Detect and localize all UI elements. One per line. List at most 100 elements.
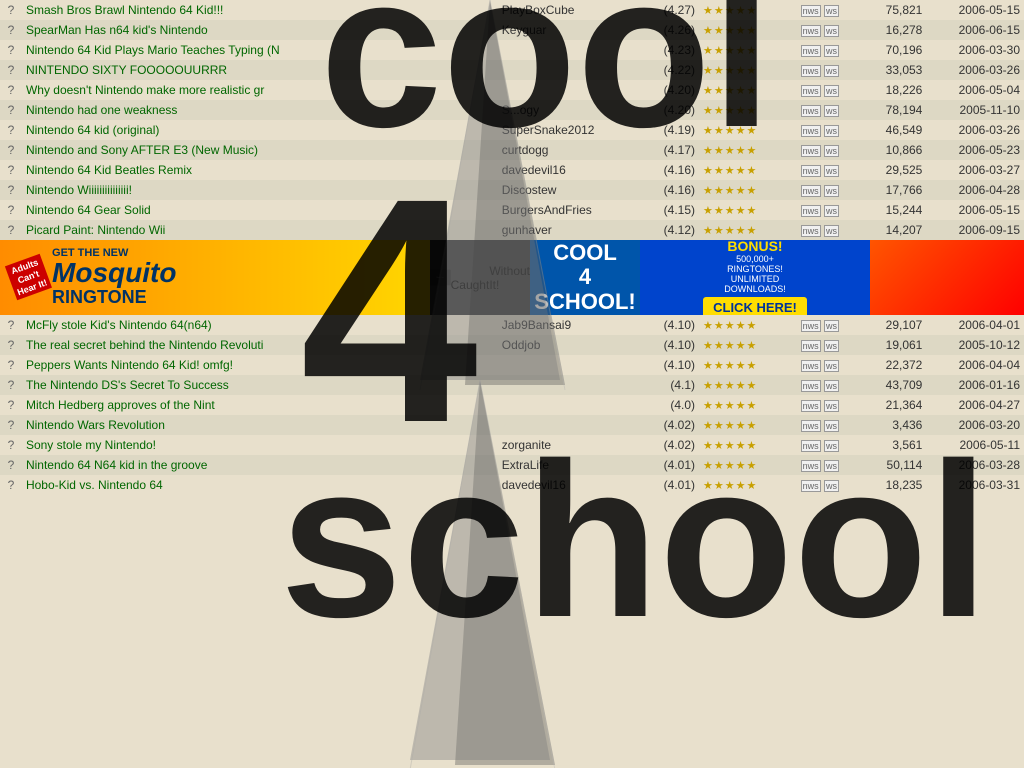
- row-user: zorganite: [498, 435, 632, 455]
- row-question-mark[interactable]: ?: [0, 475, 22, 495]
- row-question-mark[interactable]: ?: [0, 415, 22, 435]
- row-title[interactable]: Why doesn't Nintendo make more realistic…: [22, 80, 498, 100]
- row-stars: ★★★★★: [699, 355, 797, 375]
- row-user: BurgersAndFries: [498, 200, 632, 220]
- row-question-mark[interactable]: ?: [0, 355, 22, 375]
- row-tags: nws ws: [797, 140, 854, 160]
- row-stars: ★★★★★: [699, 180, 797, 200]
- row-question-mark[interactable]: ?: [0, 180, 22, 200]
- row-date: 2006-03-28: [926, 455, 1024, 475]
- table-row: ?Hobo-Kid vs. Nintendo 64davedevil16(4.0…: [0, 475, 1024, 495]
- row-tags: nws ws: [797, 475, 854, 495]
- row-date: 2006-01-16: [926, 375, 1024, 395]
- row-title[interactable]: Peppers Wants Nintendo 64 Kid! omfg!: [22, 355, 498, 375]
- row-user: Discostew: [498, 180, 632, 200]
- row-user: curtdogg: [498, 140, 632, 160]
- row-question-mark[interactable]: ?: [0, 100, 22, 120]
- row-date: 2006-03-27: [926, 160, 1024, 180]
- row-title[interactable]: NINTENDO SIXTY FOOOOOUURRR: [22, 60, 498, 80]
- row-stars: ★★★★★: [699, 335, 797, 355]
- row-rating: (4.26): [632, 20, 699, 40]
- ad-adults-label: AdultsCan'tHear It!: [5, 254, 52, 301]
- row-title[interactable]: Nintendo Wiiiiiiiiiiiiiii!: [22, 180, 498, 200]
- row-date: 2006-09-15: [926, 220, 1024, 240]
- row-tags: nws ws: [797, 20, 854, 40]
- row-views: 29,525: [853, 160, 926, 180]
- row-views: 16,278: [853, 20, 926, 40]
- row-date: 2006-04-01: [926, 315, 1024, 335]
- row-title[interactable]: Picard Paint: Nintendo Wii: [22, 220, 498, 240]
- row-views: 43,709: [853, 375, 926, 395]
- row-date: 2006-05-15: [926, 200, 1024, 220]
- row-question-mark[interactable]: ?: [0, 455, 22, 475]
- row-title[interactable]: Nintendo Wars Revolution: [22, 415, 498, 435]
- row-title[interactable]: Hobo-Kid vs. Nintendo 64: [22, 475, 498, 495]
- row-question-mark[interactable]: ?: [0, 40, 22, 60]
- row-rating: (4.01): [632, 475, 699, 495]
- row-title[interactable]: Nintendo 64 Kid Plays Mario Teaches Typi…: [22, 40, 498, 60]
- row-user: [498, 415, 632, 435]
- row-question-mark[interactable]: ?: [0, 0, 22, 20]
- row-question-mark[interactable]: ?: [0, 20, 22, 40]
- row-date: 2006-04-04: [926, 355, 1024, 375]
- table-row: ?Nintendo 64 kid (original)SuperSnake201…: [0, 120, 1024, 140]
- row-title[interactable]: Sony stole my Nintendo!: [22, 435, 498, 455]
- row-stars: ★★★★★: [699, 100, 797, 120]
- row-question-mark[interactable]: ?: [0, 80, 22, 100]
- row-stars: ★★★★★: [699, 40, 797, 60]
- row-rating: (4.02): [632, 435, 699, 455]
- ad-cool4school-label[interactable]: COOL4SCHOOL!: [530, 240, 640, 315]
- row-title[interactable]: McFly stole Kid's Nintendo 64(n64): [22, 315, 498, 335]
- row-title[interactable]: SpearMan Has n64 kid's Nintendo: [22, 20, 498, 40]
- row-stars: ★★★★★: [699, 375, 797, 395]
- row-date: 2006-05-04: [926, 80, 1024, 100]
- table-row: ?Nintendo and Sony AFTER E3 (New Music)c…: [0, 140, 1024, 160]
- row-title[interactable]: Mitch Hedberg approves of the Nint: [22, 395, 498, 415]
- row-rating: (4.16): [632, 160, 699, 180]
- row-title[interactable]: Nintendo 64 N64 kid in the groove: [22, 455, 498, 475]
- row-title[interactable]: Nintendo 64 Gear Solid: [22, 200, 498, 220]
- row-views: 17,766: [853, 180, 926, 200]
- row-user: PlayBoxCube: [498, 0, 632, 20]
- row-question-mark[interactable]: ?: [0, 120, 22, 140]
- row-question-mark[interactable]: ?: [0, 335, 22, 355]
- row-tags: nws ws: [797, 120, 854, 140]
- row-question-mark[interactable]: ?: [0, 375, 22, 395]
- row-title[interactable]: Nintendo 64 kid (original): [22, 120, 498, 140]
- table-row: ?Why doesn't Nintendo make more realisti…: [0, 80, 1024, 100]
- table-row: ?The real secret behind the Nintendo Rev…: [0, 335, 1024, 355]
- row-question-mark[interactable]: ?: [0, 60, 22, 80]
- row-question-mark[interactable]: ?: [0, 220, 22, 240]
- row-question-mark[interactable]: ?: [0, 435, 22, 455]
- row-question-mark[interactable]: ?: [0, 315, 22, 335]
- row-stars: ★★★★★: [699, 415, 797, 435]
- row-question-mark[interactable]: ?: [0, 160, 22, 180]
- row-views: 18,235: [853, 475, 926, 495]
- row-user: SuperSnake2012: [498, 120, 632, 140]
- row-tags: nws ws: [797, 315, 854, 335]
- row-title[interactable]: The Nintendo DS's Secret To Success: [22, 375, 498, 395]
- ad-bonus-section[interactable]: BONUS! 500,000+RINGTONES!UNLIMITEDDOWNLO…: [640, 240, 870, 315]
- row-tags: nws ws: [797, 415, 854, 435]
- row-title[interactable]: Nintendo had one weakness: [22, 100, 498, 120]
- row-views: 15,244: [853, 200, 926, 220]
- row-title[interactable]: Smash Bros Brawl Nintendo 64 Kid!!!: [22, 0, 498, 20]
- row-question-mark[interactable]: ?: [0, 140, 22, 160]
- ad-click-here-button[interactable]: CLICK HERE!: [703, 297, 807, 316]
- row-title[interactable]: Nintendo and Sony AFTER E3 (New Music): [22, 140, 498, 160]
- row-tags: nws ws: [797, 100, 854, 120]
- row-stars: ★★★★★: [699, 395, 797, 415]
- row-title[interactable]: The real secret behind the Nintendo Revo…: [22, 335, 498, 355]
- row-title[interactable]: Nintendo 64 Kid Beatles Remix: [22, 160, 498, 180]
- row-question-mark[interactable]: ?: [0, 395, 22, 415]
- row-tags: nws ws: [797, 200, 854, 220]
- ad-boat-image: Boat GotCaught Without It!: [430, 240, 530, 315]
- table-row: ?Smash Bros Brawl Nintendo 64 Kid!!!Play…: [0, 0, 1024, 20]
- row-tags: nws ws: [797, 435, 854, 455]
- row-tags: nws ws: [797, 180, 854, 200]
- row-stars: ★★★★★: [699, 200, 797, 220]
- table-row: ?Peppers Wants Nintendo 64 Kid! omfg!(4.…: [0, 355, 1024, 375]
- row-user: davedevil16: [498, 475, 632, 495]
- row-question-mark[interactable]: ?: [0, 200, 22, 220]
- ad-banner[interactable]: AdultsCan'tHear It! GET THE NEW Mosquito…: [0, 240, 1024, 315]
